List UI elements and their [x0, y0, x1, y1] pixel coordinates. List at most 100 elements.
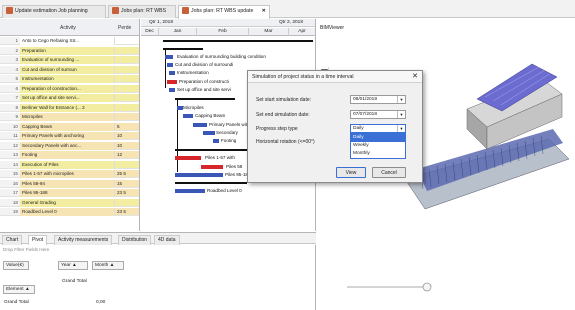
period-cell[interactable]: 12 [114, 151, 139, 159]
period-cell[interactable] [114, 94, 139, 102]
table-row[interactable]: 5 Instrumentation [0, 75, 139, 84]
tab-jobs-plan-update[interactable]: Jobs plan: RT WBS update ✕ [178, 5, 270, 19]
period-cell[interactable] [114, 198, 139, 206]
step-type-select[interactable]: Daily ▼ [350, 124, 406, 133]
period-cell[interactable]: 5 [114, 122, 139, 130]
period-cell[interactable] [114, 75, 139, 83]
activity-cell[interactable]: Preparation of construction... [20, 84, 114, 93]
table-row[interactable]: 8 Berliner Wall for Entrance (... 2 [0, 103, 139, 112]
chevron-down-icon[interactable]: ▼ [397, 125, 405, 132]
activity-cell[interactable]: Roadbed Level 0 [20, 208, 114, 216]
summary-bar[interactable] [163, 48, 203, 50]
task-bar[interactable] [213, 139, 219, 143]
tab-activity-measurements[interactable]: Activity measurements [54, 235, 113, 245]
task-bar[interactable] [169, 88, 175, 92]
period-cell[interactable] [114, 103, 139, 111]
activity-cell[interactable]: Piles 1-57 with micropiles [20, 170, 114, 178]
summary-bar[interactable] [175, 98, 235, 100]
tab-pivot[interactable]: Pivot [28, 235, 48, 245]
activity-cell[interactable]: Instrumentation [20, 75, 114, 83]
table-row[interactable]: 9 Micropiles [0, 113, 139, 122]
table-row[interactable]: 16 Piles 58-94 15 [0, 179, 139, 188]
critical-task-bar[interactable] [201, 165, 223, 169]
calendar-dropdown-icon[interactable]: ▼ [397, 96, 405, 103]
end-date-field[interactable]: 07/07/2018 ▼ [350, 110, 406, 119]
year-field[interactable]: Year ▲ [58, 261, 88, 270]
view-button[interactable]: View [336, 167, 366, 178]
option-weekly[interactable]: Weekly [351, 142, 405, 150]
cancel-button[interactable]: Cancel [372, 167, 406, 178]
table-row[interactable]: 13 Footing 12 [0, 151, 139, 160]
table-row[interactable]: 2 Preparation [0, 46, 139, 55]
summary-bar[interactable] [175, 149, 247, 151]
tab-distribution[interactable]: Distribution [118, 235, 152, 245]
table-row[interactable]: 19 Roadbed Level 0 23 5 [0, 208, 139, 217]
calendar-dropdown-icon[interactable]: ▼ [397, 111, 405, 118]
task-bar[interactable] [203, 131, 215, 135]
task-bar[interactable] [183, 114, 193, 118]
activity-cell[interactable]: Evaluation of surrounding ... [20, 56, 114, 64]
table-row[interactable]: 7 Set up office and site servi... [0, 94, 139, 103]
table-row[interactable]: 14 Execution of Piles [0, 160, 139, 169]
tab-4d-data[interactable]: 4D data [154, 235, 180, 245]
filter-drop-zone[interactable]: Drop Filter Fields Here [3, 247, 49, 252]
critical-task-bar[interactable] [167, 80, 177, 84]
activity-cell[interactable]: Piles 58-94 [20, 179, 114, 188]
period-cell[interactable]: 25 5 [114, 170, 139, 178]
table-row[interactable]: 15 Piles 1-57 with micropiles 25 5 [0, 170, 139, 179]
table-row[interactable]: 3 Evaluation of surrounding ... [0, 56, 139, 65]
tab-chart[interactable]: Chart [2, 235, 23, 245]
table-row[interactable]: 11 Primary Panels with anchoring 10 [0, 132, 139, 141]
close-tab-icon[interactable]: ✕ [262, 6, 266, 17]
period-cell[interactable] [114, 37, 139, 45]
activity-cell[interactable]: Set up office and site servi... [20, 94, 114, 102]
value-field[interactable]: Value(€) [3, 261, 29, 270]
activity-cell[interactable]: Secondary Panels with anc... [20, 141, 114, 150]
period-cell[interactable] [114, 65, 139, 73]
timeline-slider[interactable] [317, 232, 575, 310]
critical-task-bar[interactable] [175, 156, 201, 160]
period-cell[interactable] [114, 46, 139, 54]
option-monthly[interactable]: Monthly [351, 150, 405, 158]
element-field[interactable]: Element ▲ [3, 285, 35, 294]
month-field[interactable]: Month ▲ [92, 261, 124, 270]
tab-update-estimation[interactable]: Update estimation Job planning [2, 5, 106, 18]
task-bar[interactable] [175, 189, 205, 193]
tab-jobs-plan[interactable]: Jobs plan: RT WBS [108, 5, 176, 18]
activity-cell[interactable]: Anto to Cego Refasing Str... [20, 37, 114, 45]
task-bar[interactable] [193, 123, 207, 127]
period-cell[interactable] [114, 160, 139, 168]
period-cell[interactable]: 23 5 [114, 189, 139, 197]
activity-cell[interactable]: Capping Beam [20, 122, 114, 131]
table-row[interactable]: 10 Capping Beam 5 [0, 122, 139, 131]
table-row[interactable]: 6 Preparation of construction... [0, 84, 139, 93]
activity-cell[interactable]: General Grading [20, 198, 114, 207]
table-row[interactable]: 4 Cut and division of surroun [0, 65, 139, 74]
summary-bar[interactable] [163, 40, 313, 42]
activity-cell[interactable]: Primary Panels with anchoring [20, 132, 114, 140]
option-daily[interactable]: Daily [351, 134, 405, 142]
table-row[interactable]: 12 Secondary Panels with anc... 10 [0, 141, 139, 150]
period-cell[interactable]: 15 [114, 179, 139, 187]
task-bar[interactable] [167, 63, 173, 67]
activity-cell[interactable]: Berliner Wall for Entrance (... 2 [20, 103, 114, 112]
period-cell[interactable] [114, 56, 139, 64]
table-row[interactable]: 18 General Grading [0, 198, 139, 207]
period-cell[interactable]: 10 [114, 132, 139, 140]
column-activity[interactable]: Activity [60, 25, 76, 31]
task-bar[interactable] [175, 173, 223, 177]
period-cell[interactable] [114, 113, 139, 121]
period-cell[interactable]: 10 [114, 141, 139, 149]
period-cell[interactable]: 23 5 [114, 208, 139, 216]
task-bar[interactable] [169, 71, 175, 75]
table-row[interactable]: 17 Piles 95-188 23 5 [0, 189, 139, 198]
table-row[interactable]: 1 Anto to Cego Refasing Str... [0, 37, 139, 46]
activity-cell[interactable]: Execution of Piles [20, 160, 114, 169]
summary-bar[interactable] [175, 182, 247, 184]
column-period[interactable]: Perde [118, 25, 131, 31]
activity-cell[interactable]: Cut and division of surroun [20, 65, 114, 74]
activity-cell[interactable]: Piles 95-188 [20, 189, 114, 197]
task-bar[interactable] [165, 55, 173, 59]
start-date-field[interactable]: 08/01/2018 ▼ [350, 95, 406, 104]
close-icon[interactable]: ✕ [412, 71, 418, 83]
